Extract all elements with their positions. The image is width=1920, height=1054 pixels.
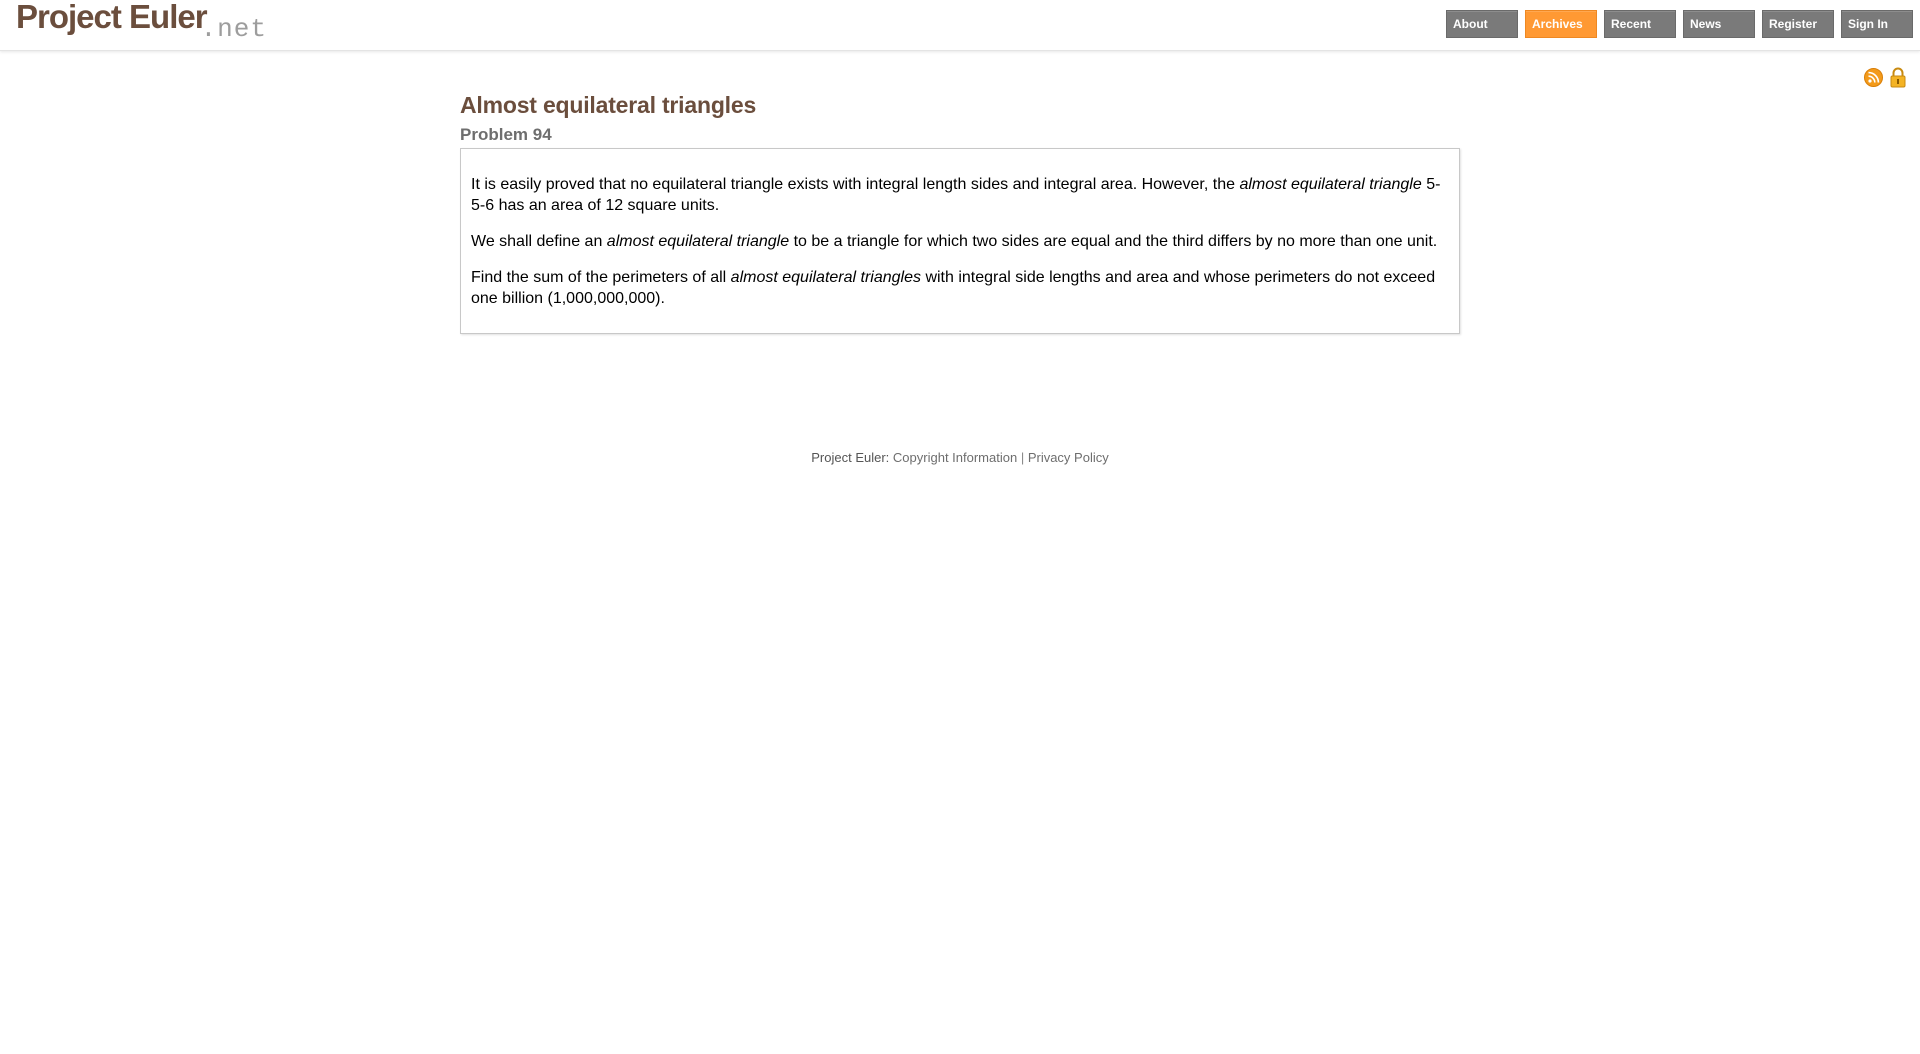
problem-paragraph-1: It is easily proved that no equilateral … <box>471 176 1441 214</box>
nav-sign-in[interactable]: Sign In <box>1841 10 1913 38</box>
top-bar: Project Euler .net About Archives Recent… <box>0 0 1920 51</box>
problem-statement: It is easily proved that no equilateral … <box>460 148 1460 334</box>
nav-register[interactable]: Register <box>1762 10 1834 38</box>
nav-archives[interactable]: Archives <box>1525 10 1597 38</box>
copyright-link[interactable]: Copyright Information <box>893 450 1017 465</box>
footer-separator: | <box>1017 450 1028 465</box>
footer-prefix: Project Euler: <box>811 450 893 465</box>
nav-about[interactable]: About <box>1446 10 1518 38</box>
privacy-policy-link[interactable]: Privacy Policy <box>1028 450 1109 465</box>
lock-icon[interactable] <box>1889 67 1907 88</box>
info-icons <box>1864 67 1907 88</box>
problem-paragraph-3: Find the sum of the perimeters of all al… <box>471 269 1436 307</box>
problem-paragraph-2: We shall define an almost equilateral tr… <box>471 233 1438 250</box>
page-footer: Project Euler: Copyright Information | P… <box>0 450 1920 465</box>
problem-title: Almost equilateral triangles <box>460 92 757 118</box>
rss-icon[interactable] <box>1864 68 1883 87</box>
problem-number: Problem 94 <box>460 125 552 144</box>
problem-content: Almost equilateral triangles Problem 94 … <box>460 90 1460 334</box>
logo-suffix-text: .net <box>200 14 267 44</box>
nav-news[interactable]: News <box>1683 10 1755 38</box>
nav-recent[interactable]: Recent <box>1604 10 1676 38</box>
main-nav: About Archives Recent News Register Sign… <box>1446 10 1913 38</box>
site-logo[interactable]: Project Euler .net <box>16 0 267 46</box>
logo-main-text: Project Euler <box>16 0 208 35</box>
